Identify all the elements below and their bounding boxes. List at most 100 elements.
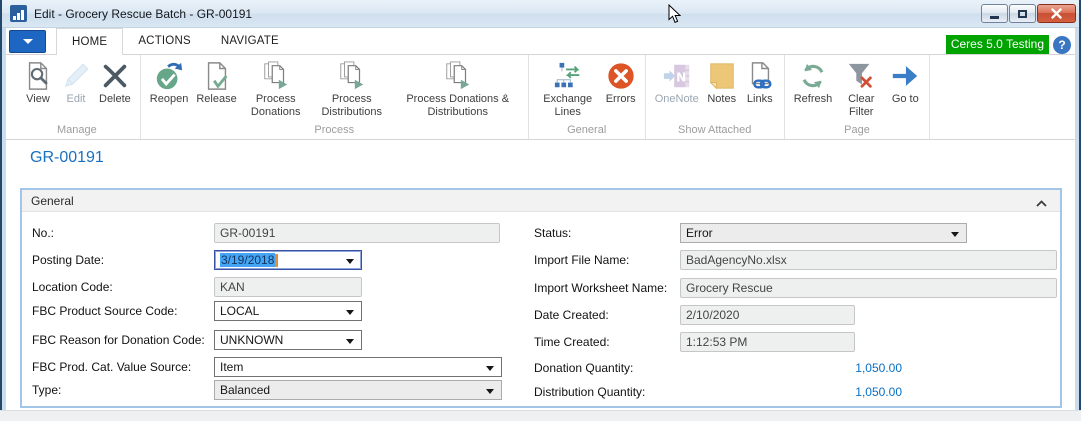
maximize-icon [1018, 10, 1027, 18]
go-to-button[interactable]: Go to [886, 55, 924, 106]
onenote-icon: N [662, 59, 692, 92]
window-controls [980, 4, 1076, 23]
time-created-field: 1:12:53 PM [680, 332, 855, 352]
status-label: Status: [534, 226, 571, 240]
general-section-header[interactable]: General [22, 190, 1060, 212]
ribbon-group-manage: View Edit Delete Manage [14, 55, 141, 139]
go-to-arrow-icon [890, 59, 920, 92]
fbc-reason-for-donation-code-field[interactable]: UNKNOWN [214, 330, 362, 350]
location-code-label: Location Code: [32, 280, 113, 294]
ribbon-group-label: Page [790, 124, 925, 139]
dropdown-arrow-icon [486, 389, 494, 394]
view-button[interactable]: View [19, 55, 57, 106]
clear-filter-button[interactable]: Clear Filter [836, 55, 886, 118]
date-created-field: 2/10/2020 [680, 305, 855, 325]
errors-button[interactable]: Errors [602, 55, 640, 106]
tab-navigate[interactable]: NAVIGATE [206, 28, 294, 54]
links-chain-icon [745, 59, 775, 92]
maximize-button[interactable] [1009, 4, 1036, 23]
fbc-prod-cat-value-source-field[interactable]: Item [214, 357, 502, 377]
no-field: GR-00191 [214, 223, 500, 243]
process-distributions-button[interactable]: Process Distributions [311, 55, 393, 118]
edit-button: Edit [57, 55, 95, 106]
notes-button[interactable]: Notes [703, 55, 741, 106]
type-field: Balanced [214, 380, 502, 400]
fbc-reason-for-donation-code-label: FBC Reason for Donation Code: [32, 333, 205, 347]
help-button[interactable]: ? [1053, 36, 1071, 54]
ribbon-group-page: Refresh Clear Filter Go to Page [785, 55, 931, 139]
distribution-quantity-value[interactable]: 1,050.00 [680, 385, 902, 403]
import-file-name-label: Import File Name: [534, 253, 629, 267]
tab-home[interactable]: HOME [56, 28, 123, 55]
date-created-label: Date Created: [534, 308, 609, 322]
errors-icon [606, 59, 636, 92]
ribbon-group-process: Reopen Release Process Donations [141, 55, 529, 139]
exchange-lines-button[interactable]: Exchange Lines [534, 55, 602, 118]
process-documents-icon [261, 59, 291, 92]
tab-actions[interactable]: ACTIONS [123, 28, 206, 54]
refresh-button[interactable]: Refresh [790, 55, 837, 106]
distribution-quantity-label: Distribution Quantity: [534, 385, 645, 399]
clear-filter-icon [846, 59, 876, 92]
window-title: Edit - Grocery Rescue Batch - GR-00191 [34, 7, 252, 21]
minimize-icon [990, 16, 999, 19]
posting-date-field[interactable]: 3/19/2018 [214, 250, 362, 270]
import-file-name-field: BadAgencyNo.xlsx [680, 250, 1057, 270]
ribbon-group-label: Process [146, 124, 523, 139]
dropdown-arrow-icon[interactable] [346, 310, 354, 315]
window-left-border-inner [2, 28, 6, 410]
app-chart-icon [10, 5, 27, 22]
ribbon-group-label: Manage [19, 124, 135, 139]
import-worksheet-name-label: Import Worksheet Name: [534, 281, 667, 295]
selected-text: 3/19/2018 [220, 253, 275, 267]
minimize-button[interactable] [981, 4, 1008, 23]
window-right-border-inner [1075, 28, 1079, 410]
ribbon-group-label: Show Attached [651, 124, 779, 139]
fbc-product-source-code-label: FBC Product Source Code: [32, 304, 177, 318]
type-label: Type: [32, 383, 61, 397]
status-field: Error [680, 223, 967, 243]
section-title: General [31, 194, 74, 208]
application-window: Edit - Grocery Rescue Batch - GR-00191 H… [0, 0, 1081, 421]
release-button[interactable]: Release [192, 55, 240, 106]
ribbon-group-general: Exchange Lines Errors General [529, 55, 646, 139]
process-donations-button[interactable]: Process Donations [241, 55, 311, 118]
fbc-product-source-code-field[interactable]: LOCAL [214, 301, 362, 321]
reopen-button[interactable]: Reopen [146, 55, 193, 106]
application-menu-button[interactable] [9, 30, 46, 53]
close-icon [1051, 8, 1062, 19]
dropdown-arrow-icon[interactable] [486, 366, 494, 371]
reopen-icon [154, 59, 184, 92]
release-icon [202, 59, 232, 92]
donation-quantity-value[interactable]: 1,050.00 [680, 361, 902, 379]
chevron-down-icon [23, 39, 33, 44]
edit-pencil-icon [61, 59, 91, 92]
dropdown-arrow-icon[interactable] [346, 339, 354, 344]
svg-text:N: N [676, 70, 686, 84]
posting-date-label: Posting Date: [32, 253, 104, 267]
ribbon-group-show-attached: N OneNote Notes Links Show Atta [646, 55, 785, 139]
process-donations-and-distributions-button[interactable]: Process Donations & Distributions [393, 55, 523, 118]
exchange-lines-icon [553, 59, 583, 92]
mouse-cursor [668, 4, 681, 29]
time-created-label: Time Created: [534, 335, 610, 349]
ribbon: View Edit Delete Manage [6, 55, 1075, 140]
version-badge: Ceres 5.0 Testing [946, 35, 1049, 54]
fbc-prod-cat-value-source-label: FBC Prod. Cat. Value Source: [32, 360, 191, 374]
collapse-chevron-icon[interactable] [1036, 196, 1047, 210]
view-document-icon [23, 59, 53, 92]
dropdown-arrow-icon[interactable] [346, 259, 354, 264]
title-bar: Edit - Grocery Rescue Batch - GR-00191 [0, 0, 1081, 28]
dropdown-arrow-icon [951, 232, 959, 237]
location-code-field: KAN [214, 277, 362, 297]
sticky-note-icon [707, 59, 737, 92]
close-button[interactable] [1037, 4, 1076, 23]
text-cursor [275, 254, 278, 267]
onenote-button: N OneNote [651, 55, 703, 106]
refresh-icon [798, 59, 828, 92]
links-button[interactable]: Links [741, 55, 779, 106]
process-documents-icon [337, 59, 367, 92]
donation-quantity-label: Donation Quantity: [534, 361, 633, 375]
no-label: No.: [32, 226, 54, 240]
delete-button[interactable]: Delete [95, 55, 135, 106]
